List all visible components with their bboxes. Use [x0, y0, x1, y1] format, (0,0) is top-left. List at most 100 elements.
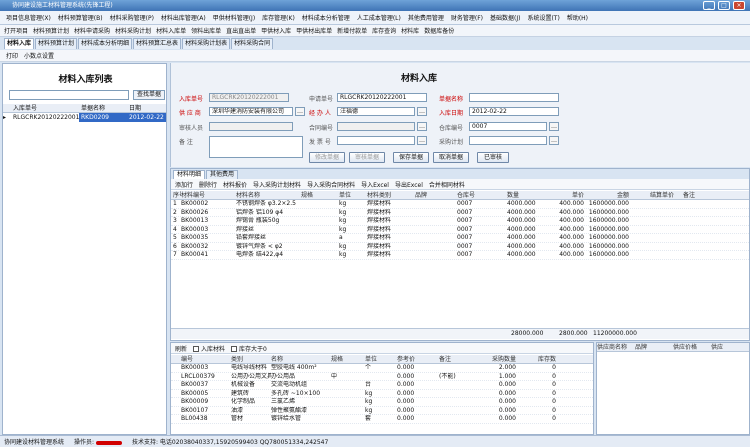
- detail-col-2[interactable]: 材料名称: [236, 191, 301, 199]
- toolbar-item-7[interactable]: 甲供材入库: [261, 26, 291, 35]
- menu-item-4[interactable]: 甲供材料管理(J): [211, 13, 257, 22]
- refresh-button[interactable]: 刷新: [175, 344, 187, 353]
- detail-col-9[interactable]: 单价: [547, 191, 587, 199]
- toolbar-item-8[interactable]: 甲供材出库单: [296, 26, 332, 35]
- detail-tool-5[interactable]: 导入Excel: [361, 180, 389, 189]
- detail-tool-0[interactable]: 添加行: [175, 180, 193, 189]
- detail-col-12[interactable]: 备注: [677, 191, 749, 199]
- table-row[interactable]: 2 BK00026 铝焊条 铝109 φ4 kg 焊接材料 0007 4000.000 400…: [171, 209, 749, 217]
- menu-item-3[interactable]: 材料出库管理(A): [159, 13, 208, 22]
- list-row[interactable]: ▸ RLGCRK20120222001 RKD0209 2012-02-22: [3, 113, 166, 122]
- menu-item-2[interactable]: 材料采购管理(P): [108, 13, 156, 22]
- rk-no-field[interactable]: RLGCRK20120222001: [209, 93, 289, 102]
- col-header-name[interactable]: 单据名称: [79, 104, 127, 112]
- handler-field[interactable]: 汪福德: [337, 107, 415, 116]
- warehouse-field[interactable]: 0007: [469, 122, 547, 131]
- table-row[interactable]: BL00438 管材 镀锌给水管 套 0.000 0.000 0: [171, 415, 593, 424]
- close-button[interactable]: ×: [733, 1, 745, 10]
- detail-tool-2[interactable]: 材料报价: [223, 180, 247, 189]
- table-row[interactable]: 7 BK00041 电焊条 结422,φ4 kg 焊接材料 0007 4000.000 400…: [171, 251, 749, 260]
- col-header-date[interactable]: 日期: [127, 104, 166, 112]
- edit-bill-button[interactable]: 修改单据: [309, 152, 345, 163]
- warehouse-picker-icon[interactable]: …: [549, 122, 559, 131]
- library-col-4[interactable]: 单位: [365, 355, 397, 363]
- library-col-2[interactable]: 名称: [271, 355, 331, 363]
- toolbar-item-11[interactable]: 材料库: [401, 26, 419, 35]
- toolbar-item-2[interactable]: 材料申请采购: [74, 26, 110, 35]
- table-row[interactable]: 3 BK00013 焊锡膏 瓶装50g kg 焊接材料 0007 4000.000 400.0…: [171, 217, 749, 226]
- save-bill-button[interactable]: 保存单据: [393, 152, 429, 163]
- detail-col-5[interactable]: 材料类别: [367, 191, 415, 199]
- tab-other-fees[interactable]: 其他费用: [206, 170, 239, 179]
- doc-tab-4[interactable]: 材料采购计划表: [182, 38, 231, 49]
- tab-material-detail[interactable]: 材料明细: [173, 170, 206, 179]
- table-row[interactable]: 4 BK00003 焊接丝 kg 焊接材料 0007 4000.000 400.000 1600…: [171, 226, 749, 234]
- col-header-no[interactable]: 入库单号: [11, 104, 79, 112]
- audited-button[interactable]: 已审核: [477, 152, 509, 163]
- detail-tool-3[interactable]: 导入采购计划材料: [253, 180, 301, 189]
- detail-col-0[interactable]: 序号: [171, 191, 181, 199]
- doc-tab-0[interactable]: 材料入库: [4, 38, 35, 49]
- table-row[interactable]: BK00003 电线导线材料 塑胶电线 400m² 个 0.000 2.000 0: [171, 364, 593, 373]
- toolbar-item-6[interactable]: 直出直出单: [226, 26, 256, 35]
- decimal-setting-button[interactable]: 小数点设置: [24, 51, 54, 60]
- audit-bill-button[interactable]: 审核单据: [349, 152, 385, 163]
- check-field[interactable]: [209, 122, 293, 131]
- library-col-1[interactable]: 类别: [231, 355, 271, 363]
- col-supply[interactable]: 供应: [711, 343, 749, 351]
- library-col-5[interactable]: 参考价: [397, 355, 439, 363]
- menu-item-12[interactable]: 帮助(H): [565, 13, 590, 22]
- stock-gt-zero-checkbox[interactable]: 库存大于0: [231, 344, 267, 353]
- detail-tool-4[interactable]: 导入采购合同材料: [307, 180, 355, 189]
- detail-col-8[interactable]: 数量: [507, 191, 547, 199]
- library-col-3[interactable]: 规格: [331, 355, 365, 363]
- table-row[interactable]: 6 BK00032 镀锌气焊条 < φ2 kg 焊接材料 0007 4000.000 400.…: [171, 243, 749, 251]
- library-col-8[interactable]: 库存数: [519, 355, 559, 363]
- note-field[interactable]: [209, 136, 303, 158]
- contract-picker-icon[interactable]: …: [417, 122, 427, 131]
- detail-col-10[interactable]: 金额: [587, 191, 632, 199]
- handler-picker-icon[interactable]: …: [417, 107, 427, 116]
- toolbar-item-0[interactable]: 打开项目: [4, 26, 28, 35]
- doc-tab-5[interactable]: 材料采购合同: [231, 38, 274, 49]
- table-row[interactable]: 1 BK00002 不锈钢焊条 φ3.2×2.5 kg 焊接材料 0007 4000.000…: [171, 200, 749, 209]
- menu-item-5[interactable]: 库存管理(K): [260, 13, 297, 22]
- library-col-6[interactable]: 备注: [439, 355, 479, 363]
- invoice-picker-icon[interactable]: …: [417, 136, 427, 145]
- toolbar-item-4[interactable]: 材料入库单: [156, 26, 186, 35]
- table-row[interactable]: BK00005 建筑砖 多孔砖 ~10×100 kg 0.000 0.000 0: [171, 390, 593, 398]
- maximize-button[interactable]: □: [718, 1, 730, 10]
- menu-item-11[interactable]: 系统设置(T): [525, 13, 561, 22]
- detail-col-4[interactable]: 单位: [339, 191, 367, 199]
- detail-col-11[interactable]: 结算单价: [632, 191, 677, 199]
- table-row[interactable]: BK00037 机械设备 交流电动机组 台 0.000 0.000 0: [171, 381, 593, 390]
- menu-item-9[interactable]: 财务管理(F): [449, 13, 485, 22]
- minimize-button[interactable]: _: [703, 1, 715, 10]
- col-supplier-name[interactable]: 供应商名称: [597, 343, 635, 351]
- search-input[interactable]: [9, 90, 129, 100]
- search-button[interactable]: 查找单据: [133, 90, 165, 100]
- contract-field[interactable]: [337, 122, 415, 131]
- toolbar-item-5[interactable]: 领料出库单: [191, 26, 221, 35]
- detail-col-7[interactable]: 仓库号: [457, 191, 507, 199]
- menu-item-6[interactable]: 材料成本分析管理: [300, 13, 352, 22]
- plan-field[interactable]: [469, 136, 547, 145]
- toolbar-item-1[interactable]: 材料预算计划: [33, 26, 69, 35]
- table-row[interactable]: BK00009 化学制品 三氯乙烯 kg 0.000 0.000 0: [171, 398, 593, 407]
- table-row[interactable]: LRCL00379 公用办公用文具 办公用品 中 0.000 (不能) 1.000 0: [171, 373, 593, 381]
- menu-item-7[interactable]: 人工成本管理(L): [355, 13, 403, 22]
- bill-name-field[interactable]: [469, 93, 559, 102]
- invoice-field[interactable]: [337, 136, 415, 145]
- plan-picker-icon[interactable]: …: [549, 136, 559, 145]
- apply-no-field[interactable]: RLGCRK20120222001: [337, 93, 427, 102]
- detail-col-6[interactable]: 品牌: [415, 191, 457, 199]
- menu-item-1[interactable]: 材料预算管理(B): [56, 13, 105, 22]
- date-field[interactable]: 2012-02-22: [469, 107, 559, 116]
- doc-tab-3[interactable]: 材料预算汇总表: [133, 38, 182, 49]
- toolbar-item-12[interactable]: 数据库备份: [424, 26, 454, 35]
- detail-col-1[interactable]: 材料编号: [181, 191, 236, 199]
- doc-tab-2[interactable]: 材料成本分析明细: [78, 38, 133, 49]
- supplier-field[interactable]: 深圳华建消防安装有限公司: [209, 107, 293, 116]
- cancel-bill-button[interactable]: 取消单据: [433, 152, 469, 163]
- toolbar-item-9[interactable]: 新增付款单: [337, 26, 367, 35]
